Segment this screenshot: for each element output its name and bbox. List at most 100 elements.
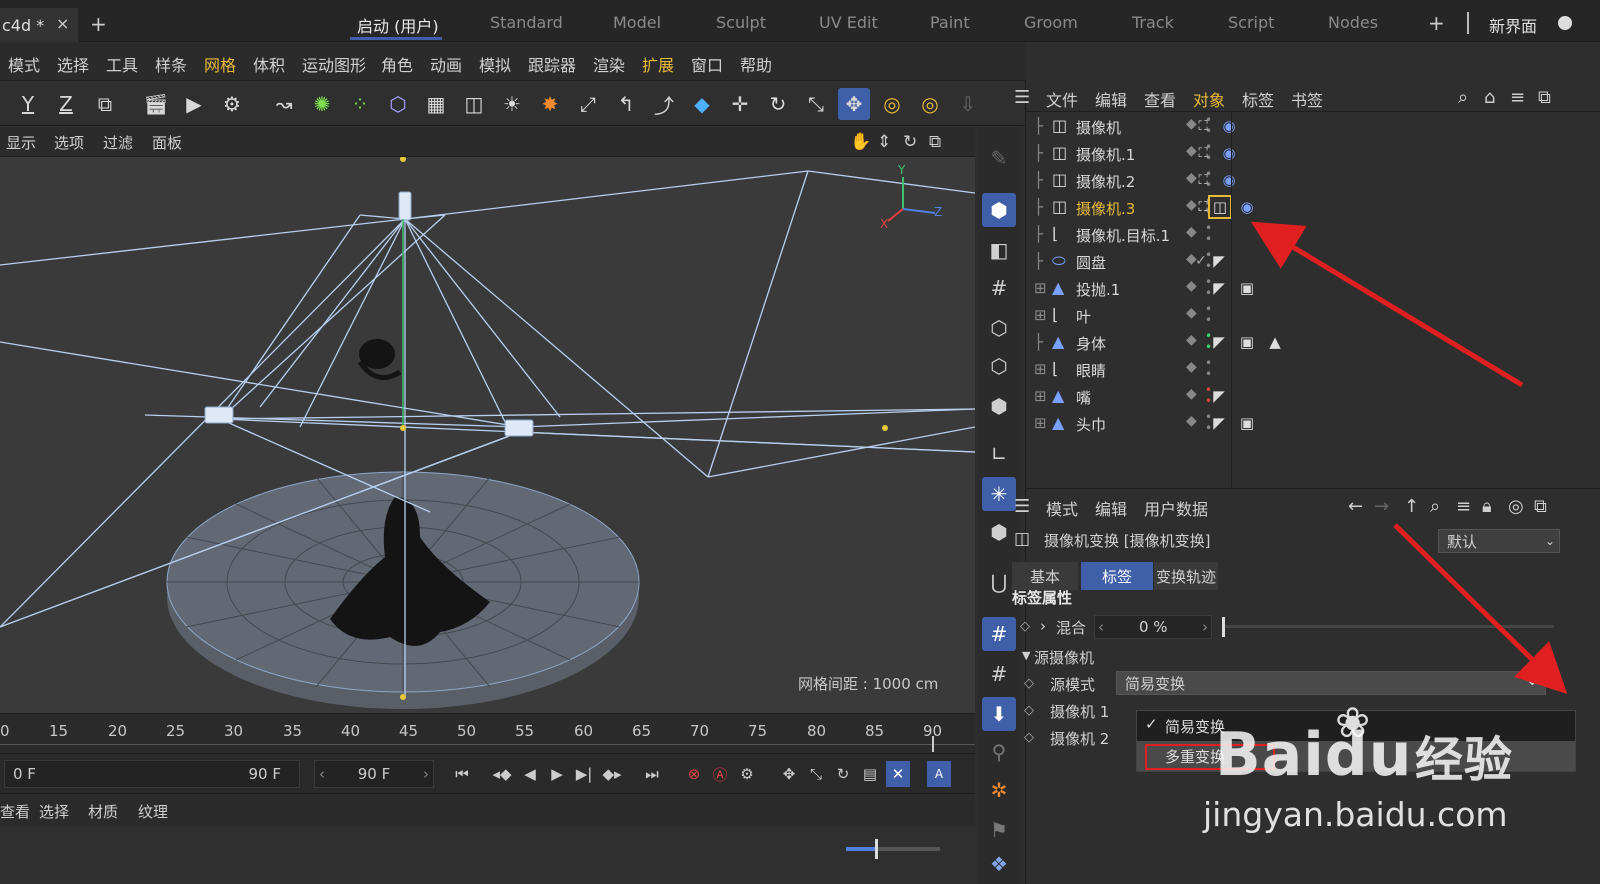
play-icon[interactable]: ▶ — [545, 761, 569, 787]
autokey-icon[interactable]: Ⓐ — [708, 761, 732, 787]
material-menu-material[interactable]: 材质 — [88, 801, 118, 822]
current-frame-field[interactable]: ‹ 90 F › — [314, 760, 434, 788]
snap-down-icon[interactable]: ⬇ — [982, 697, 1016, 731]
object-name[interactable]: 摄像机.3 — [1076, 198, 1135, 219]
ik-icon[interactable]: ⤴ — [648, 88, 680, 120]
layer-icon[interactable]: ◆ — [1186, 413, 1197, 429]
selection-tag-icon[interactable]: ▲ — [1264, 331, 1286, 353]
am-menu-userdata[interactable]: 用户数据 — [1144, 496, 1208, 520]
visibility-dots[interactable]: • • — [1205, 357, 1212, 380]
target-tag-icon[interactable]: ◉ — [1236, 196, 1258, 218]
object-name[interactable]: 嘴 — [1076, 387, 1091, 408]
om-menu-bookmarks[interactable]: 书签 — [1291, 87, 1323, 111]
visibility-dots[interactable]: • • — [1205, 303, 1212, 326]
target-tag-icon[interactable]: ◉ — [1218, 115, 1240, 137]
polygon-mode-icon[interactable]: ⬢ — [982, 389, 1016, 423]
joint-icon[interactable]: ↰ — [610, 88, 642, 120]
tab-morph-track[interactable]: 变换轨迹 — [1154, 562, 1218, 590]
om-menu-tags[interactable]: 标签 — [1242, 87, 1274, 111]
blend-input[interactable]: ‹ 0 % › — [1094, 615, 1212, 639]
render-settings-icon[interactable]: ⚙ — [216, 88, 248, 120]
camera-icon[interactable]: ◫ — [458, 88, 490, 120]
tree-expand-icon[interactable]: ⊞ — [1034, 414, 1047, 432]
object-name[interactable]: 摄像机.目标.1 — [1076, 225, 1170, 246]
grid-icon[interactable]: ▦ — [420, 88, 452, 120]
coordinate-system-icon[interactable]: ⧉ — [89, 88, 121, 120]
cube-icon[interactable]: ◆ — [686, 88, 718, 120]
menu-extensions[interactable]: 扩展 — [642, 52, 674, 76]
measure-icon[interactable]: ⤢ — [572, 88, 604, 120]
zoom-slider-handle[interactable] — [875, 839, 878, 859]
menu-select[interactable]: 选择 — [57, 52, 89, 76]
spline-pen-icon[interactable]: ↝ — [268, 88, 300, 120]
move-active-icon[interactable]: ✥ — [838, 88, 870, 120]
menu-character[interactable]: 角色 — [381, 52, 413, 76]
menu-render[interactable]: 渲染 — [593, 52, 625, 76]
timeline-mode-icon[interactable]: A — [927, 761, 951, 787]
object-row[interactable]: ⊞ ▲ 头巾 ◆ • • ◤ ▣ — [1026, 410, 1600, 437]
go-to-end-icon[interactable]: ⏭ — [640, 761, 664, 787]
dropdown-option-multi[interactable]: 多重变换 — [1137, 741, 1575, 771]
lock-grid-icon[interactable]: # — [982, 617, 1016, 651]
hamburger-menu-icon[interactable]: ☰ — [1014, 496, 1030, 517]
om-menu-view[interactable]: 查看 — [1144, 87, 1176, 111]
menu-spline[interactable]: 样条 — [155, 52, 187, 76]
previous-frame-icon[interactable]: ◀ — [518, 761, 542, 787]
rotate-tool-icon[interactable]: ↻ — [762, 88, 794, 120]
search-icon[interactable]: ⌕ — [1430, 496, 1440, 517]
object-row[interactable]: ├ ▲ 身体 ◆ • • ◤ ▣ ▲ — [1026, 329, 1600, 356]
object-name[interactable]: 身体 — [1076, 333, 1106, 354]
camera-morph-tag-icon[interactable]: ◫ — [1208, 195, 1232, 219]
phong-tag-icon[interactable]: ◤ — [1208, 385, 1230, 407]
menu-simulate[interactable]: 模拟 — [479, 52, 511, 76]
object-row[interactable]: ├ ◫ 摄像机.2 ◆ • • ⛶ ◉ — [1026, 167, 1600, 194]
playhead[interactable] — [932, 736, 934, 752]
object-name[interactable]: 摄像机.2 — [1076, 171, 1135, 192]
object-row[interactable]: ├ ◫ 摄像机 ◆ • • ⛶ ◉ — [1026, 113, 1600, 140]
menu-mesh[interactable]: 网格 — [204, 52, 236, 76]
tree-expand-icon[interactable]: ⊞ — [1034, 306, 1047, 324]
phong-tag-icon[interactable]: ◤ — [1208, 412, 1230, 434]
keyframe-diamond-icon[interactable]: ◇ — [1024, 730, 1034, 745]
document-tab[interactable]: c4d * × — [0, 8, 78, 42]
toggle-icon[interactable] — [1558, 16, 1572, 30]
viewport-menu-panel[interactable]: 面板 — [152, 132, 182, 153]
material-tag-icon[interactable]: ▣ — [1236, 277, 1258, 299]
keyframe-settings-icon[interactable]: ⚙ — [735, 761, 759, 787]
menu-help[interactable]: 帮助 — [740, 52, 772, 76]
back-arrow-icon[interactable]: ← — [1348, 496, 1363, 517]
phong-tag-icon[interactable]: ◤ — [1208, 250, 1230, 272]
layer-icon[interactable]: ◆ — [1186, 359, 1197, 375]
move-tool-icon[interactable]: ✛ — [724, 88, 756, 120]
material-menu-texture[interactable]: 纹理 — [138, 801, 168, 822]
tab-tag[interactable]: 标签 — [1081, 562, 1153, 590]
home-icon[interactable]: ⌂ — [1484, 87, 1495, 108]
new-window-icon[interactable]: ⧉ — [1538, 87, 1551, 108]
point-mode-icon[interactable]: ⬡ — [982, 311, 1016, 345]
material-area[interactable] — [0, 827, 975, 884]
filter-icon[interactable]: ≡ — [1510, 87, 1525, 108]
figure-icon[interactable]: ⚲ — [982, 735, 1016, 769]
orbit-icon[interactable]: ↻ — [903, 132, 917, 152]
workspace-tab-uv-edit[interactable]: UV Edit — [819, 13, 878, 32]
menu-animate[interactable]: 动画 — [430, 52, 462, 76]
deformer-icon[interactable]: ⬡ — [382, 88, 414, 120]
material-tag-icon[interactable]: ▣ — [1236, 331, 1258, 353]
increment-icon[interactable]: › — [423, 765, 429, 783]
om-menu-object[interactable]: 对象 — [1193, 87, 1225, 111]
target-tag-icon[interactable]: ◉ — [1218, 169, 1240, 191]
protect-tag-icon[interactable]: ⛶ — [1192, 115, 1214, 137]
decrement-icon[interactable]: ‹ — [1098, 618, 1104, 636]
keyframe-diamond-icon[interactable]: ◇ — [1024, 703, 1034, 718]
layer-icon[interactable]: ◆ — [1186, 332, 1197, 348]
3d-viewport[interactable]: Y Z X 网格间距 : 1000 cm — [0, 157, 975, 713]
viewport-menu-filter[interactable]: 过滤 — [103, 132, 133, 153]
menu-mode[interactable]: 模式 — [8, 52, 40, 76]
increment-icon[interactable]: › — [1202, 618, 1208, 636]
object-name[interactable]: 投抛.1 — [1076, 279, 1120, 300]
workspace-tab-model[interactable]: Model — [613, 13, 661, 32]
preset-select[interactable]: 默认 ⌄ — [1438, 529, 1560, 553]
tree-expand-icon[interactable]: ⊞ — [1034, 360, 1047, 378]
close-tab-icon[interactable]: × — [56, 14, 69, 33]
filter-icon[interactable]: ≡ — [1456, 496, 1471, 517]
